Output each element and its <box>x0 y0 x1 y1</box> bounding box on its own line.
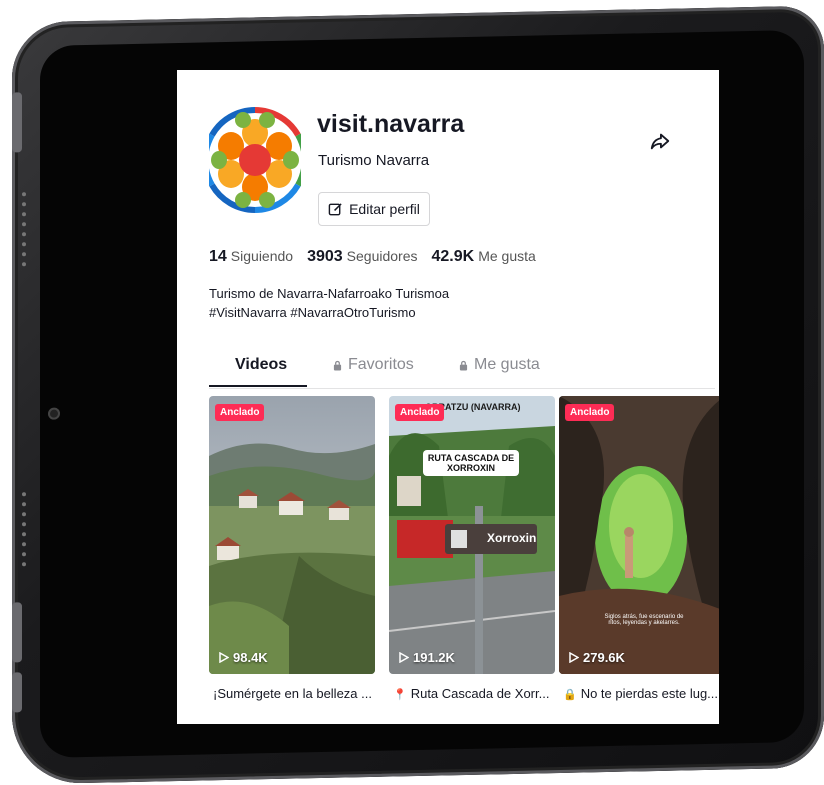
speaker-grille-bottom <box>22 492 26 567</box>
video-overlay-text: Siglos atrás, fue escenario de ritos, le… <box>589 614 699 626</box>
play-icon <box>569 652 579 663</box>
following-label: Siguiendo <box>230 248 294 264</box>
side-button <box>12 672 22 713</box>
following-stat[interactable]: 14 Siguiendo <box>209 248 293 266</box>
username: visit.navarra <box>317 110 465 138</box>
pin-icon: 📍 <box>393 689 407 701</box>
route-label-line1: RUTA CASCADA DE <box>427 453 515 463</box>
profile-stats: 14 Siguiendo 3903 Seguidores 42.9K Me gusta <box>209 248 536 266</box>
following-count: 14 <box>209 248 227 265</box>
display-name: Turismo Navarra <box>318 152 430 169</box>
power-button <box>12 602 22 663</box>
play-icon <box>399 652 409 663</box>
tab-me-gusta[interactable]: Me gusta <box>459 356 540 374</box>
video-caption[interactable]: 🔒 No te pierdas este lug... <box>563 686 719 701</box>
route-label-sticker: RUTA CASCADA DE XORROXIN <box>423 450 519 476</box>
likes-count: 42.9K <box>431 248 475 265</box>
active-tab-indicator <box>209 385 307 387</box>
pinned-badge: Anclado <box>565 404 615 421</box>
app-screen: visit.navarra Turismo Navarra Editar per… <box>177 70 719 724</box>
video-caption[interactable]: 📍 Ruta Cascada de Xorr... <box>393 686 553 701</box>
tab-me-gusta-label: Me gusta <box>474 356 540 373</box>
view-count-value: 98.4K <box>233 650 268 665</box>
profile-bio: Turismo de Navarra-Nafarroako Turismoa #… <box>209 284 449 322</box>
pinned-badge: Anclado <box>395 404 445 421</box>
video-caption-text: No te pierdas este lug... <box>580 686 719 701</box>
video-caption-text: Ruta Cascada de Xorr... <box>410 686 550 701</box>
followers-count: 3903 <box>307 248 343 265</box>
view-count: 191.2K <box>399 650 455 665</box>
view-count: 98.4K <box>219 650 268 665</box>
sign-text: Xorroxin <box>487 531 537 545</box>
pinned-badge: Anclado <box>215 404 265 421</box>
lock-icon: 🔒 <box>563 689 577 701</box>
bio-hashtags[interactable]: #VisitNavarra #NavarraOtroTurismo <box>209 303 449 322</box>
view-count-value: 191.2K <box>413 650 455 665</box>
view-count-value: 279.6K <box>583 650 625 665</box>
video-caption[interactable]: ¡Sumérgete en la belleza ... <box>213 686 373 701</box>
overlay-line2: ritos, leyendas y akelarres. <box>608 620 680 626</box>
edit-icon <box>328 202 342 215</box>
followers-stat[interactable]: 3903 Seguidores <box>307 248 417 266</box>
share-icon[interactable] <box>649 130 671 152</box>
bio-line: Turismo de Navarra-Nafarroako Turismoa <box>209 286 450 301</box>
tab-favoritos-label: Favoritos <box>348 356 414 373</box>
edit-profile-label: Editar perfil <box>349 201 420 217</box>
likes-label: Me gusta <box>478 248 536 264</box>
video-thumbnail[interactable] <box>559 396 719 674</box>
tab-videos[interactable]: Videos <box>235 356 287 374</box>
play-icon <box>219 652 229 663</box>
route-label-line2: XORROXIN <box>446 463 495 473</box>
avatar[interactable] <box>209 104 301 216</box>
tab-favoritos[interactable]: Favoritos <box>333 356 414 374</box>
lock-icon <box>459 360 468 370</box>
likes-stat: 42.9K Me gusta <box>432 248 536 266</box>
profile-tabs: Videos Favoritos Me gusta <box>209 350 715 389</box>
speaker-grille-top <box>22 192 26 267</box>
followers-label: Seguidores <box>346 248 418 264</box>
video-thumbnail[interactable] <box>209 396 375 674</box>
lock-icon <box>333 360 342 370</box>
edit-profile-button[interactable]: Editar perfil <box>318 192 430 226</box>
view-count: 279.6K <box>569 650 625 665</box>
volume-button <box>12 92 22 153</box>
tab-videos-label: Videos <box>235 356 288 373</box>
